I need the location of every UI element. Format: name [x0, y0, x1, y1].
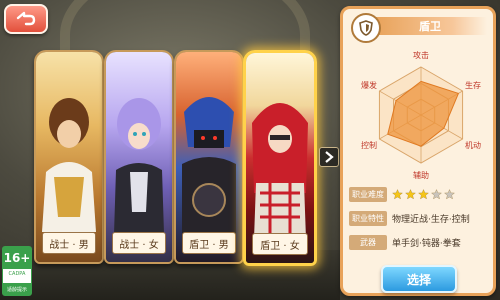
weapon-value: 单手剑·钝器·拳套: [392, 239, 461, 249]
ability-radar-chart: 攻击生存机动辅助 控制 爆发: [353, 43, 489, 181]
radar-axis-label: 机动: [465, 140, 481, 150]
shield-icon: [351, 13, 381, 43]
character-card-shieldguard-male[interactable]: 盾卫 · 男: [174, 50, 244, 264]
weapon-row: 武器 单手剑·钝器·拳套: [349, 235, 461, 250]
character-label: 战士 · 女: [112, 232, 166, 254]
age-rating-badge: 16+ CADPA 适龄提示: [2, 246, 32, 296]
radar-axis-label: 生存: [465, 80, 481, 90]
star-filled-icon: [418, 189, 429, 200]
star-empty-icon: [444, 189, 455, 200]
radar-axis-label: 爆发: [361, 80, 377, 90]
radar-axis-label: 控制: [361, 140, 377, 150]
chevron-right-icon: [325, 151, 334, 163]
difficulty-stars: [392, 189, 457, 200]
trait-value: 物理近战·生存·控制: [392, 215, 470, 225]
star-empty-icon: [431, 189, 442, 200]
radar-axis-label: 攻击: [413, 50, 429, 60]
star-filled-icon: [392, 189, 403, 200]
star-filled-icon: [405, 189, 416, 200]
age-rating-code: CADPA: [8, 271, 26, 277]
character-label: 盾卫 · 男: [182, 232, 236, 254]
character-label: 盾卫 · 女: [252, 233, 308, 255]
character-portrait: [176, 52, 242, 262]
character-portrait: [36, 52, 102, 262]
trait-label: 职业特性: [349, 211, 387, 226]
back-button[interactable]: [4, 4, 48, 34]
character-card-warrior-male[interactable]: 战士 · 男: [34, 50, 104, 264]
character-label: 战士 · 男: [42, 232, 96, 254]
character-portrait: [246, 53, 314, 263]
character-card-shieldguard-female[interactable]: 盾卫 · 女: [243, 50, 317, 266]
radar-axis-label: 辅助: [413, 170, 429, 180]
back-arrow-icon: [16, 11, 36, 26]
next-page-button[interactable]: [319, 147, 339, 167]
character-portrait: [106, 52, 172, 262]
age-rating-note: 适龄提示: [3, 283, 31, 295]
character-card-warrior-female[interactable]: 战士 · 女: [104, 50, 174, 264]
class-title: 盾卫: [373, 17, 487, 35]
select-button[interactable]: 选择: [381, 265, 457, 293]
class-info-panel: 盾卫 攻击生存机动辅助 控制 爆发 职业难度 职业特性 物理近战·生存·控制 武器 …: [340, 6, 496, 296]
trait-row: 职业特性 物理近战·生存·控制: [349, 211, 470, 226]
age-rating: 16+: [3, 247, 31, 269]
weapon-label: 武器: [349, 235, 387, 250]
difficulty-label: 职业难度: [349, 187, 387, 202]
difficulty-row: 职业难度: [349, 187, 457, 202]
